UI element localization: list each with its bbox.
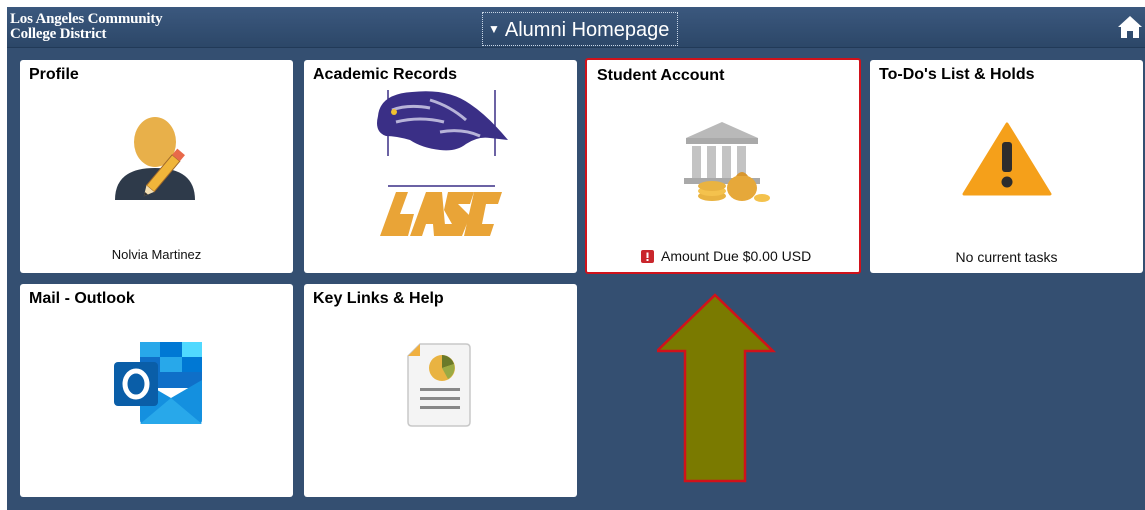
logo-line-2: College District (10, 26, 107, 42)
top-banner: Los Angeles Community College District ▼… (7, 7, 1145, 48)
warning-icon (962, 122, 1052, 196)
tile-footer: Nolvia Martinez (111, 247, 202, 262)
caret-down-icon: ▼ (488, 22, 500, 36)
tile-title: Profile (29, 66, 79, 83)
tile-mail-outlook[interactable]: Mail - Outlook (20, 284, 293, 497)
home-icon[interactable] (1117, 14, 1143, 40)
district-logo[interactable]: Los Angeles Community College District (10, 11, 163, 42)
tile-key-links-help[interactable]: Key Links & Help (304, 284, 577, 497)
tile-academic-records[interactable]: Academic Records (304, 60, 577, 273)
tile-title: To-Do's List & Holds (879, 66, 1035, 83)
profile-edit-icon (115, 117, 195, 200)
alert-icon (641, 250, 654, 263)
up-arrow-annotation (657, 293, 777, 483)
tile-title: Academic Records (313, 66, 458, 83)
tile-title: Key Links & Help (313, 290, 444, 307)
tile-title: Mail - Outlook (29, 290, 135, 307)
tile-footer: Amount Due $0.00 USD (661, 248, 812, 264)
homepage-selector[interactable]: ▼ Alumni Homepage (482, 12, 678, 46)
bank-money-icon (684, 122, 770, 202)
logo-line-1: Los Angeles Community (10, 11, 163, 27)
lasc-cougar-logo (377, 90, 508, 236)
tile-profile[interactable]: Profile Nolvia Martinez (20, 60, 293, 273)
homepage-selector-label: Alumni Homepage (504, 19, 670, 41)
tile-student-account[interactable]: Student Account Amount Due $0.00 USD (585, 58, 861, 274)
homepage-frame: Los Angeles Community College District ▼… (7, 7, 1145, 510)
outlook-icon (114, 342, 202, 424)
document-chart-icon (407, 343, 471, 427)
tile-footer: No current tasks (955, 249, 1058, 265)
tile-todo-holds[interactable]: To-Do's List & Holds No current tasks (870, 60, 1143, 273)
tile-title: Student Account (597, 67, 725, 84)
